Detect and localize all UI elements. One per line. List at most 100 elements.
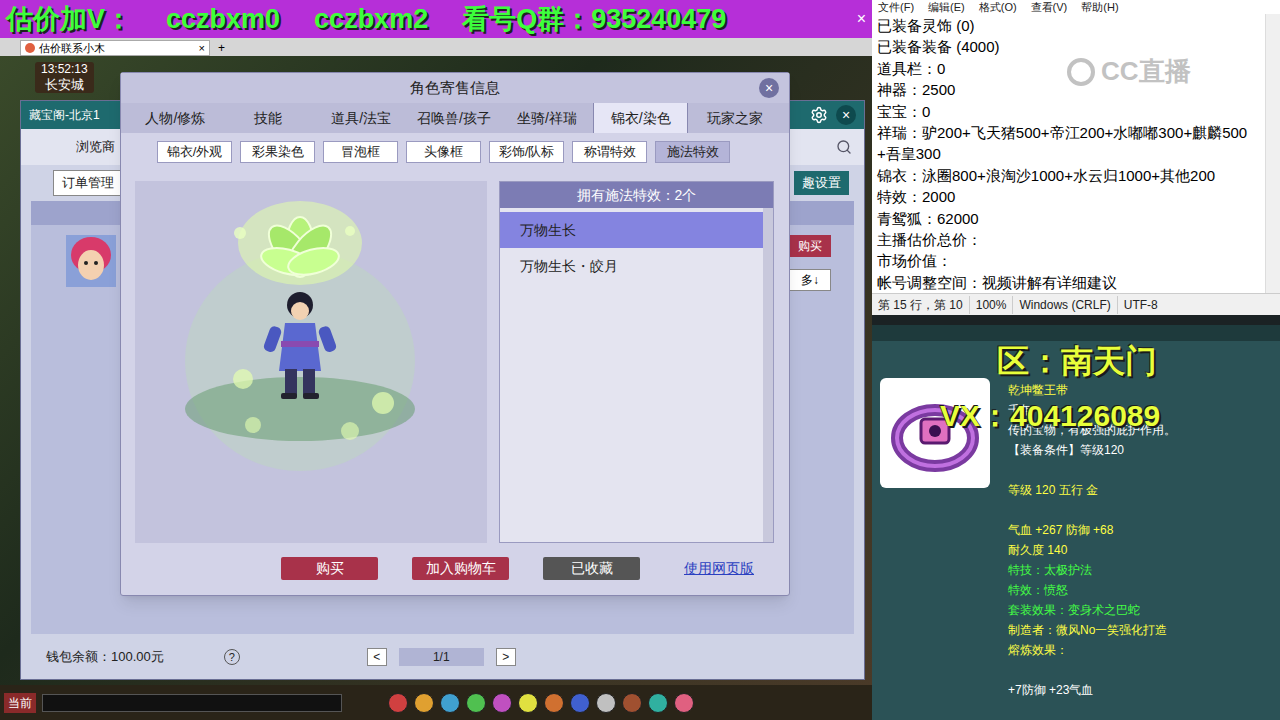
effect-list-header: 拥有施法特效：2个	[500, 182, 773, 208]
text-line: 帐号调整空间：视频讲解有详细建议	[877, 272, 1265, 293]
dialog-tab[interactable]: 技能	[222, 103, 315, 133]
browse-link[interactable]: 浏览商	[76, 137, 115, 157]
dialog-subtabs: 锦衣/外观彩果染色冒泡框头像框彩饰/队标称谓特效施法特效	[121, 141, 789, 163]
buy-button[interactable]: 购买	[789, 235, 831, 257]
character-avatar-icon	[66, 235, 116, 287]
item-section: +7防御 +23气血	[1008, 680, 1176, 700]
toolbar-icon[interactable]	[648, 693, 668, 713]
dialog-tab[interactable]: 玩家之家	[688, 103, 781, 133]
wallet-balance: 钱包余额：100.00元	[46, 647, 164, 667]
effect-preview	[135, 181, 487, 543]
side-column: 文件(F) 编辑(E) 格式(O) 查看(V) 帮助(H)已装备灵饰 (0)已装备装备 …	[872, 0, 1280, 720]
tab-close[interactable]: ×	[199, 42, 205, 55]
chat-input[interactable]	[42, 694, 342, 712]
toolbar-icon[interactable]	[388, 693, 408, 713]
action-button[interactable]: 购买	[281, 557, 378, 580]
dialog-content: 拥有施法特效：2个万物生长万物生长・皎月	[121, 181, 789, 543]
game-column: 估价加V：cczbxm0cczbxm2看号Q群：935240479×估价联系小木…	[0, 0, 872, 720]
pager-prev[interactable]: <	[367, 648, 387, 666]
toolbar-icon[interactable]	[440, 693, 460, 713]
channel-button[interactable]: 当前	[4, 693, 36, 713]
more-button[interactable]: 多↓	[789, 269, 831, 291]
item-tooltip: 乾坤鳖王带千年传的宝物，有极强的庇护作用。【装备条件】等级120等级 120 五…	[872, 325, 1280, 720]
banner-text: cczbxm0	[166, 3, 280, 35]
help-button[interactable]: ?	[224, 649, 240, 665]
effect-item[interactable]: 万物生长	[500, 212, 763, 248]
new-tab[interactable]: +	[218, 40, 225, 56]
toolbar-icon[interactable]	[596, 693, 616, 713]
toolbar-icon[interactable]	[674, 693, 694, 713]
list-scrollbar[interactable]	[763, 208, 773, 542]
status-cell: UTF-8	[1117, 296, 1164, 314]
toolbar-icon[interactable]	[622, 693, 642, 713]
text-line: 特效：2000	[877, 186, 1265, 207]
notepad-scrollbar[interactable]	[1265, 14, 1280, 293]
action-button[interactable]: 已收藏	[543, 557, 640, 580]
toolbar-icon[interactable]	[544, 693, 564, 713]
character-figure-icon	[135, 181, 487, 543]
menu-item[interactable]: 格式(O)	[979, 0, 1017, 14]
gear-icon[interactable]	[810, 106, 828, 124]
dialog-subtab[interactable]: 称谓特效	[572, 141, 647, 163]
item-line: 等级 120 五行 金	[1008, 480, 1176, 500]
dialog-tab[interactable]: 道具/法宝	[315, 103, 408, 133]
dialog-tab[interactable]: 召唤兽/孩子	[408, 103, 501, 133]
screen: 估价加V：cczbxm0cczbxm2看号Q群：935240479×估价联系小木…	[0, 0, 1280, 720]
item-line: 熔炼效果：	[1008, 640, 1176, 660]
market-close[interactable]: ×	[836, 105, 856, 125]
text-line: 祥瑞：驴200+飞天猪500+帝江200+水嘟嘟300+麒麟500+吾皇300	[877, 122, 1265, 165]
dialog-tab[interactable]: 锦衣/染色	[593, 103, 688, 133]
menu-item[interactable]: 查看(V)	[1031, 0, 1068, 14]
pager-next[interactable]: >	[496, 648, 516, 666]
text-line: 已装备灵饰 (0)	[877, 15, 1265, 36]
order-button[interactable]: 订单管理	[53, 170, 123, 196]
text-line: 青鸳狐：62000	[877, 208, 1265, 229]
dialog-subtab[interactable]: 彩果染色	[240, 141, 315, 163]
sale-dialog: 角色寄售信息×人物/修炼技能道具/法宝召唤兽/孩子坐骑/祥瑞锦衣/染色玩家之家锦…	[120, 72, 790, 596]
dialog-tab[interactable]: 人物/修炼	[129, 103, 222, 133]
toolbar-icon[interactable]	[492, 693, 512, 713]
dialog-tab[interactable]: 坐骑/祥瑞	[500, 103, 593, 133]
status-cell: 100%	[969, 296, 1013, 314]
chat-bar: 当前	[0, 685, 872, 720]
item-icon-box	[880, 378, 990, 488]
text-line: 主播估价总价：	[877, 229, 1265, 250]
dialog-subtab[interactable]: 头像框	[406, 141, 481, 163]
item-section: 等级 120 五行 金	[1008, 480, 1176, 500]
menu-item[interactable]: 文件(F)	[878, 0, 914, 14]
item-line: 制造者：微风No一笑强化打造	[1008, 620, 1176, 640]
item-details: 乾坤鳖王带千年传的宝物，有极强的庇护作用。【装备条件】等级120等级 120 五…	[990, 341, 1176, 700]
dialog-subtab[interactable]: 彩饰/队标	[489, 141, 564, 163]
dialog-tabs: 人物/修炼技能道具/法宝召唤兽/孩子坐骑/祥瑞锦衣/染色玩家之家	[121, 103, 789, 133]
banner-close[interactable]: ×	[857, 7, 866, 31]
item-section: 气血 +267 防御 +68耐久度 140特技：太极护法特效：愤怒套装效果：变身…	[1008, 520, 1176, 660]
dialog-subtab[interactable]: 冒泡框	[323, 141, 398, 163]
action-button[interactable]: 加入购物车	[412, 557, 509, 580]
dialog-actions: 购买 加入购物车 已收藏 使用网页版	[121, 557, 789, 580]
item-line: 气血 +267 防御 +68	[1008, 520, 1176, 540]
toolbar-icon[interactable]	[570, 693, 590, 713]
banner-text: 看号Q群：935240479	[462, 3, 726, 35]
web-version-link[interactable]: 使用网页版	[684, 558, 754, 579]
settings-button[interactable]: 趣设置	[794, 171, 849, 195]
banner-text: 估价加V：	[6, 3, 132, 35]
notepad-menu: 文件(F) 编辑(E) 格式(O) 查看(V) 帮助(H)	[872, 0, 1280, 14]
toolbar-icon[interactable]	[518, 693, 538, 713]
watermark: CC直播	[1067, 52, 1191, 91]
contact-overlay: VX：404126089	[940, 393, 1160, 438]
pager: <1/1 >	[367, 648, 516, 666]
text-line: 市场价值：	[877, 250, 1265, 271]
browser-tab[interactable]: 估价联系小木×	[20, 40, 210, 56]
menu-item[interactable]: 编辑(E)	[928, 0, 965, 14]
toolbar-icon[interactable]	[466, 693, 486, 713]
item-line: 耐久度 140	[1008, 540, 1176, 560]
pager-page: 1/1	[399, 648, 484, 666]
toolbar-icon[interactable]	[414, 693, 434, 713]
menu-item[interactable]: 帮助(H)	[1081, 0, 1118, 14]
search-icon[interactable]	[836, 139, 852, 155]
dialog-close[interactable]: ×	[759, 78, 779, 98]
notepad-text[interactable]: 已装备灵饰 (0)已装备装备 (4000)道具栏：0神器：2500宝宝：0祥瑞：…	[872, 14, 1265, 293]
dialog-subtab[interactable]: 施法特效	[655, 141, 730, 163]
dialog-subtab[interactable]: 锦衣/外观	[157, 141, 232, 163]
effect-item[interactable]: 万物生长・皎月	[500, 248, 763, 284]
